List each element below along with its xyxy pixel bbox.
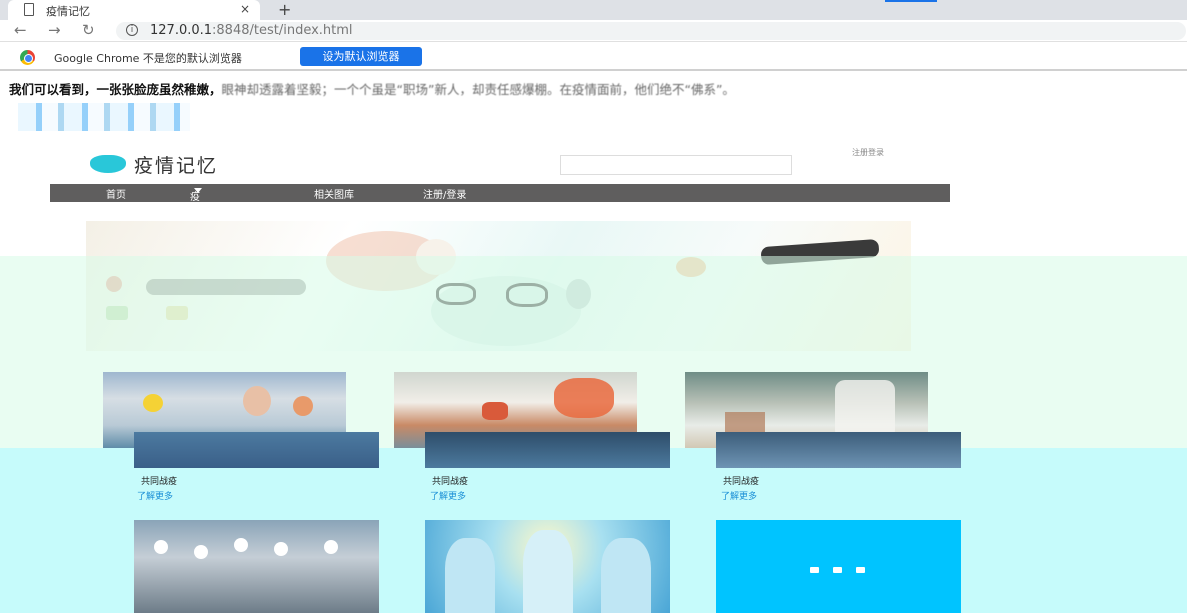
url-path: :8848/test/index.html [212, 23, 353, 38]
dot-icon [810, 567, 819, 573]
info-icon[interactable]: i [126, 24, 138, 36]
card-more-link-1[interactable]: 了解更多 [137, 489, 173, 502]
back-arrow-icon[interactable]: ← [14, 21, 27, 39]
card-title-1: 共同战疫 [141, 477, 178, 487]
photo-street-2[interactable] [716, 432, 961, 468]
default-browser-infobar: Google Chrome 不是您的默认浏览器 设为默认浏览器 [0, 43, 1187, 71]
photo-ambulance-2[interactable] [425, 432, 670, 468]
infobar-message: Google Chrome 不是您的默认浏览器 [54, 52, 242, 65]
browser-tab[interactable]: 疫情记忆 × [8, 0, 260, 20]
page-icon [24, 3, 34, 16]
glitch-artifact [18, 103, 190, 131]
card-title-3: 共同战疫 [723, 477, 760, 487]
dot-icon [856, 567, 865, 573]
chrome-logo-icon [20, 50, 35, 65]
more-panel[interactable] [716, 520, 961, 613]
url-text[interactable]: 127.0.0.1:8848/test/index.html [150, 23, 353, 38]
close-tab-icon[interactable]: × [240, 2, 250, 16]
caret-down-icon [194, 188, 202, 193]
set-default-browser-button[interactable]: 设为默认浏览器 [300, 47, 422, 66]
dot-icon [833, 567, 842, 573]
site-nav-bar: 首页 疫情记忆 相关图库 注册/登录 [50, 184, 950, 248]
window-accent-mark [885, 0, 937, 2]
quote-bold: 我们可以看到，一张张脸庞虽然稚嫩， [9, 82, 222, 97]
tab-title: 疫情记忆 [46, 5, 90, 18]
address-bar-row: ← → ↻ i 127.0.0.1:8848/test/index.html [0, 20, 1187, 42]
card-title-2: 共同战疫 [432, 477, 469, 487]
photo-crowd[interactable] [134, 520, 379, 613]
photo-medical-staff-2[interactable] [134, 432, 379, 468]
quote-rest: 眼神却透露着坚毅；一个个虽是“职场”新人，却责任感爆棚。在疫情面前，他们绝不“佛… [221, 82, 735, 97]
logo-icon[interactable] [90, 155, 126, 173]
browser-tab-bar: 疫情记忆 × + [0, 0, 1187, 20]
site-logo-text[interactable]: 疫情记忆 [134, 151, 218, 178]
nav-item-home[interactable]: 首页 [106, 186, 126, 201]
quote-text: 我们可以看到，一张张脸庞虽然稚嫩，眼神却透露着坚毅；一个个虽是“职场”新人，却责… [9, 79, 735, 98]
nav-item-gallery[interactable]: 相关图库 [314, 186, 354, 201]
card-more-link-3[interactable]: 了解更多 [721, 489, 757, 502]
top-login-link[interactable]: 注册登录 [852, 147, 884, 158]
nav-item-register-login[interactable]: 注册/登录 [423, 186, 466, 201]
url-host: 127.0.0.1 [150, 23, 213, 38]
hero-banner-image [86, 221, 911, 351]
new-tab-icon[interactable]: + [278, 0, 291, 19]
photo-protective-suits[interactable] [425, 520, 670, 613]
search-input[interactable] [560, 155, 792, 175]
omnibox[interactable]: i 127.0.0.1:8848/test/index.html [116, 22, 1186, 40]
forward-arrow-icon[interactable]: → [48, 21, 61, 39]
card-more-link-2[interactable]: 了解更多 [430, 489, 466, 502]
reload-icon[interactable]: ↻ [82, 21, 95, 39]
